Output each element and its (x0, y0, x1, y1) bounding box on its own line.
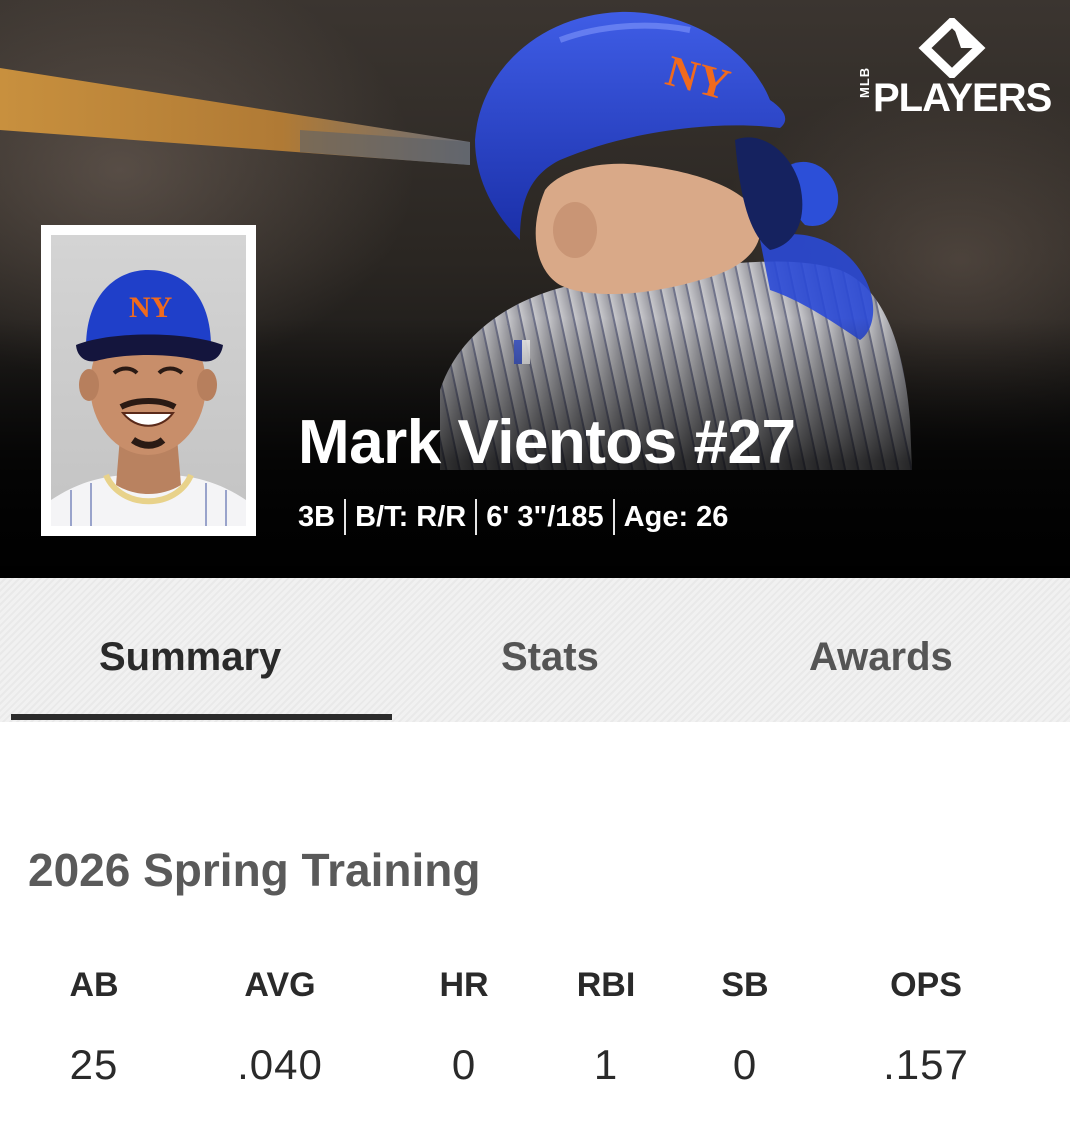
profile-tabs: Summary Stats Awards (0, 578, 1070, 722)
bio-divider (475, 499, 478, 535)
player-position: 3B (298, 500, 336, 533)
svg-text:NY: NY (129, 291, 173, 324)
stat-rbi: RBI 1 (526, 966, 686, 1089)
player-name: Mark Vientos #27 (298, 408, 796, 477)
mlb-players-logo: MLB PLAYERS (855, 18, 1055, 128)
players-diamond-icon (918, 18, 986, 78)
player-bats-throws: B/T: R/R (355, 500, 467, 533)
stat-label: SB (721, 966, 769, 1004)
tab-awards[interactable]: Awards (809, 635, 953, 680)
bio-divider (612, 499, 615, 535)
active-tab-indicator (11, 714, 392, 720)
player-bio: 3B B/T: R/R 6' 3"/185 Age: 26 (298, 499, 728, 535)
stat-value: 0 (732, 1041, 758, 1088)
stat-label: RBI (576, 966, 636, 1004)
stat-ops: OPS .157 (846, 966, 1006, 1089)
player-hero: NY MLB PLAYERS NY Mark Vientos #27 3B B/… (0, 0, 1070, 578)
stat-value: .040 (237, 1041, 323, 1088)
player-height-weight: 6' 3"/185 (486, 500, 604, 533)
stat-ab: AB 25 (14, 966, 174, 1089)
section-title: 2026 Spring Training (28, 844, 481, 896)
headshot-image: NY (51, 270, 246, 526)
stat-value: 25 (69, 1041, 119, 1088)
stat-label: OPS (890, 966, 962, 1004)
stat-hr: HR 0 (384, 966, 544, 1089)
player-headshot: NY (41, 225, 256, 536)
stat-sb: SB 0 (665, 966, 825, 1089)
stat-label: HR (439, 966, 489, 1004)
stat-label: AVG (244, 966, 316, 1004)
bio-divider (344, 499, 347, 535)
tab-summary[interactable]: Summary (99, 635, 281, 680)
tab-stats[interactable]: Stats (501, 635, 599, 680)
stat-value: 1 (593, 1041, 619, 1088)
stat-value: 0 (451, 1041, 477, 1088)
stat-value: .157 (883, 1041, 969, 1088)
stat-label: AB (69, 966, 119, 1004)
players-wordmark: PLAYERS (873, 76, 1052, 120)
stat-avg: AVG .040 (200, 966, 360, 1089)
player-age: Age: 26 (623, 500, 729, 533)
mlb-wordmark: MLB (857, 66, 872, 98)
